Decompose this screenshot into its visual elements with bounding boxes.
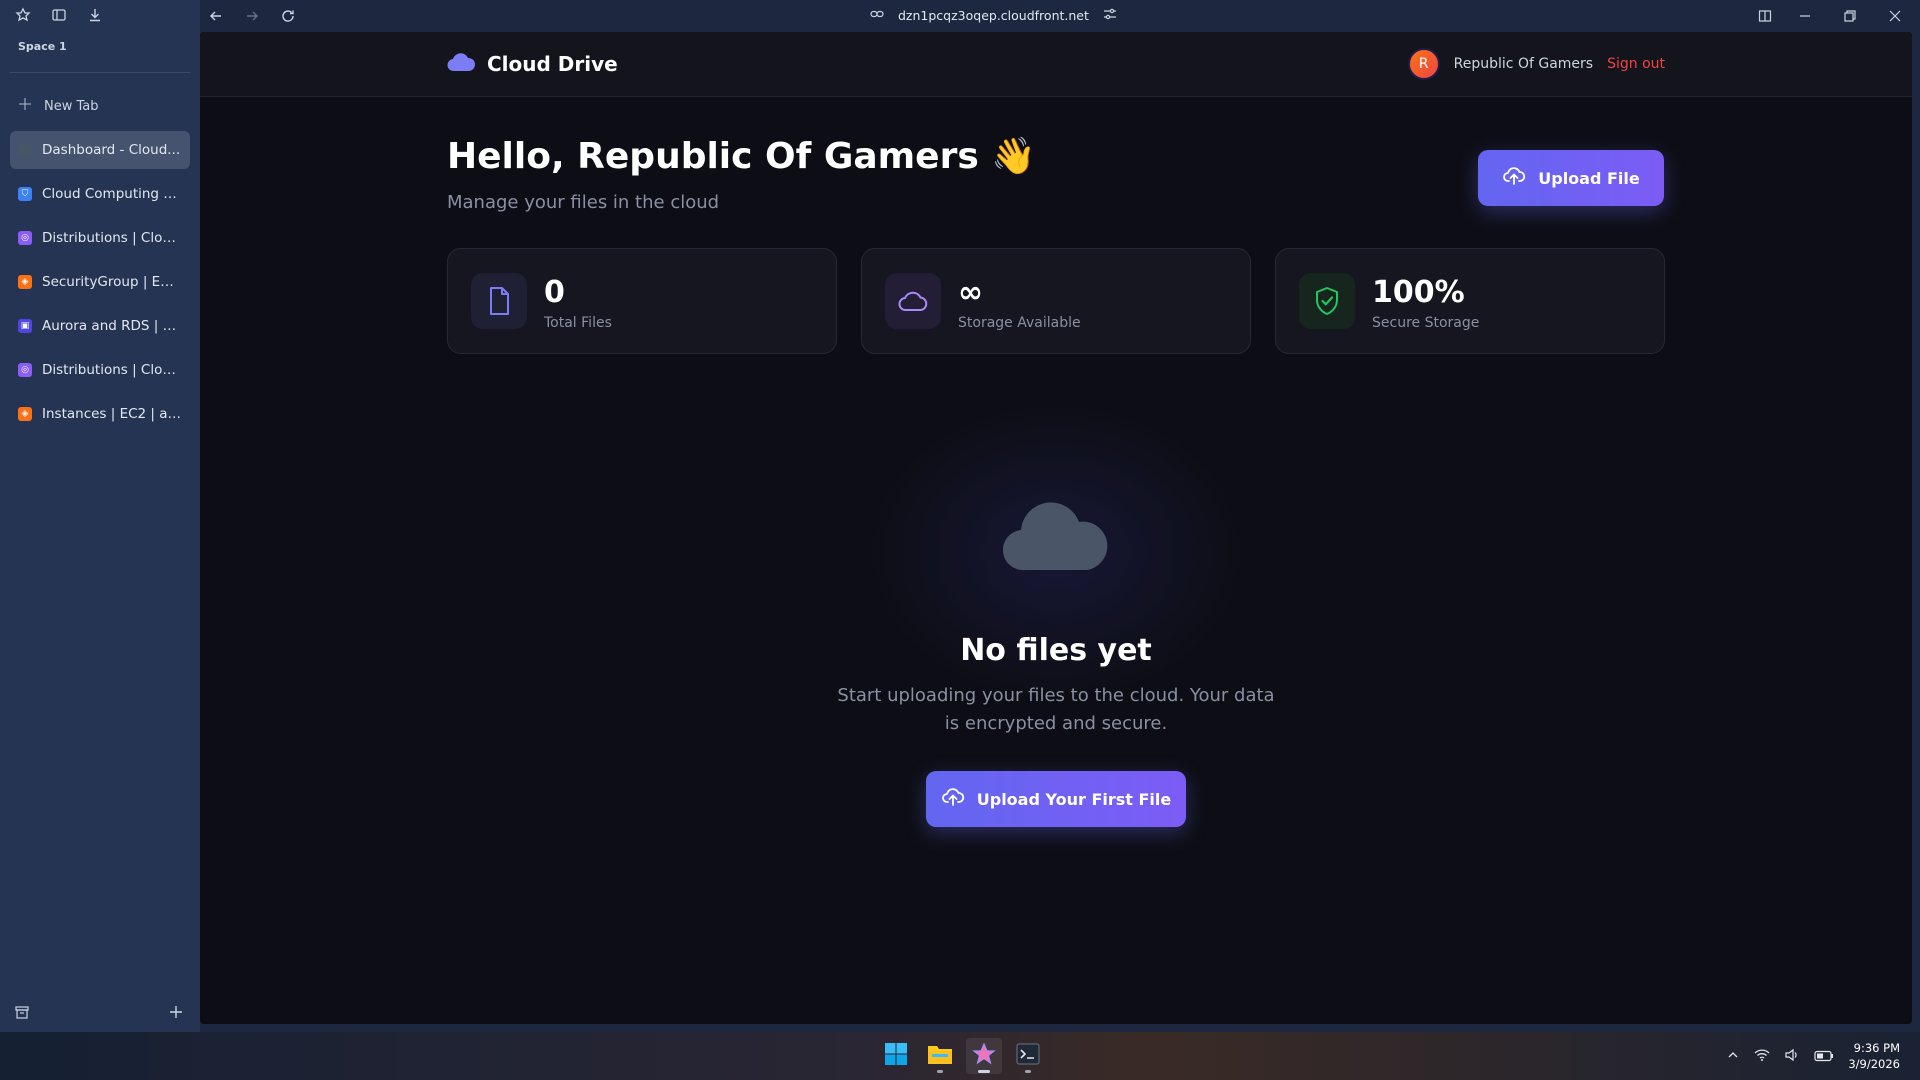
download-icon[interactable] [86,6,104,24]
app-header: Cloud Drive R Republic Of Gamers Sign ou… [200,32,1912,97]
minimize-icon[interactable] [1796,7,1814,25]
tab-favicon-icon [18,143,32,157]
divider [10,72,190,73]
clock[interactable]: 9:36 PM 3/9/2026 [1848,1040,1900,1072]
stat-label: Total Files [544,315,612,331]
new-tab-label: New Tab [44,98,99,114]
running-indicator [978,1070,990,1073]
tab-label: Distributions | Cloud... [42,230,182,246]
stat-card-storage: ∞ Storage Available [861,248,1251,354]
browser-toolbar: dzn1pcqz3oqep.cloudfront.net [200,0,1920,32]
tab-list: Dashboard - Cloud... ⛉ Cloud Computing S… [10,131,190,439]
battery-icon[interactable] [1814,1047,1834,1066]
browser-app-icon [972,1042,996,1070]
link-icon [870,7,884,24]
cloudfront-favicon-icon: ◎ [18,231,32,245]
clock-date: 3/9/2026 [1848,1057,1900,1071]
wifi-icon[interactable] [1754,1047,1770,1066]
page-title: Hello, Republic Of Gamers 👋 [447,136,1037,177]
page-subtitle: Manage your files in the cloud [447,192,720,213]
split-view-icon[interactable] [1756,7,1774,25]
tab-label: Distributions | Cloud... [42,362,182,378]
cloud-icon [885,273,941,329]
file-icon [471,273,527,329]
user-name: Republic Of Gamers [1453,56,1594,72]
archive-icon[interactable] [14,1004,30,1024]
upload-file-button[interactable]: Upload File [1478,150,1664,206]
terminal-icon [1016,1043,1040,1069]
volume-icon[interactable] [1784,1047,1800,1066]
browser-sidebar: Space 1 New Tab Dashboard - Cloud... ⛉ C… [0,0,200,1032]
back-icon[interactable] [207,7,225,25]
sidebar-toggle-icon[interactable] [50,6,68,24]
new-tab-button[interactable]: New Tab [10,95,190,117]
stat-value: 0 [544,275,565,310]
tab-item[interactable]: ◎ Distributions | Cloud... [10,219,190,257]
tab-label: Instances | EC2 | ap-... [42,406,182,422]
ec2-favicon-icon: ◈ [18,275,32,289]
file-explorer-button[interactable] [922,1038,958,1074]
tab-label: Cloud Computing S... [42,186,182,202]
ec2-favicon-icon: ◈ [18,407,32,421]
empty-state-title: No files yet [960,633,1152,668]
empty-cloud-icon [1002,492,1109,576]
user-area: R Republic Of Gamers Sign out [1407,48,1665,80]
tab-item[interactable]: ◎ Distributions | Cloud... [10,351,190,389]
site-settings-icon[interactable] [1103,7,1117,24]
system-tray: 9:36 PM 3/9/2026 [1726,1040,1900,1072]
cloudfront-favicon-icon: ◎ [18,363,32,377]
avatar[interactable]: R [1407,48,1440,80]
upload-first-file-label: Upload Your First File [976,789,1172,809]
chevron-up-icon[interactable] [1726,1047,1740,1066]
browser-taskbar-button[interactable] [966,1038,1002,1074]
clock-time: 9:36 PM [1853,1041,1900,1055]
stat-value: ∞ [958,275,983,310]
brand-name: Cloud Drive [487,52,618,76]
empty-state-description: Start uploading your files to the cloud.… [837,685,1275,734]
rds-favicon-icon: ▣ [18,319,32,333]
browser-logo-icon[interactable] [14,6,32,24]
shield-favicon-icon: ⛉ [18,187,32,201]
folder-icon [927,1043,953,1069]
stat-card-total-files: 0 Total Files [447,248,837,354]
shield-check-icon [1299,273,1355,329]
cloud-logo-icon [447,51,476,77]
tab-item[interactable]: ▣ Aurora and RDS | ap... [10,307,190,345]
brand[interactable]: Cloud Drive [447,51,618,77]
upload-cloud-icon [1502,164,1526,192]
tab-label: Aurora and RDS | ap... [42,318,182,334]
space-label: Space 1 [18,40,67,53]
stat-card-secure: 100% Secure Storage [1275,248,1665,354]
close-icon[interactable] [1886,7,1904,25]
terminal-button[interactable] [1010,1038,1046,1074]
tab-item[interactable]: ◈ SecurityGroup | EC2... [10,263,190,301]
windows-logo-icon [884,1042,908,1070]
tab-label: Dashboard - Cloud... [42,142,181,158]
upload-cloud-icon [941,785,965,813]
upload-file-label: Upload File [1538,168,1640,188]
stat-label: Storage Available [958,315,1081,331]
signout-link[interactable]: Sign out [1607,56,1665,72]
taskbar: 9:36 PM 3/9/2026 [0,1032,1920,1080]
add-space-icon[interactable] [168,1004,184,1024]
stat-label: Secure Storage [1372,315,1480,331]
running-indicator [1025,1070,1031,1073]
web-page: Cloud Drive R Republic Of Gamers Sign ou… [200,32,1912,1024]
tab-item[interactable]: ◈ Instances | EC2 | ap-... [10,395,190,433]
running-indicator [937,1070,943,1073]
tab-label: SecurityGroup | EC2... [42,274,182,290]
stat-value: 100% [1372,275,1465,310]
tab-item[interactable]: ⛉ Cloud Computing S... [10,175,190,213]
restore-icon[interactable] [1841,7,1859,25]
reload-icon[interactable] [279,7,297,25]
plus-icon [18,97,32,115]
start-button[interactable] [878,1038,914,1074]
forward-icon[interactable] [243,7,261,25]
tab-item[interactable]: Dashboard - Cloud... [10,131,190,169]
url-field[interactable]: dzn1pcqz3oqep.cloudfront.net [898,8,1089,23]
upload-first-file-button[interactable]: Upload Your First File [926,771,1186,827]
